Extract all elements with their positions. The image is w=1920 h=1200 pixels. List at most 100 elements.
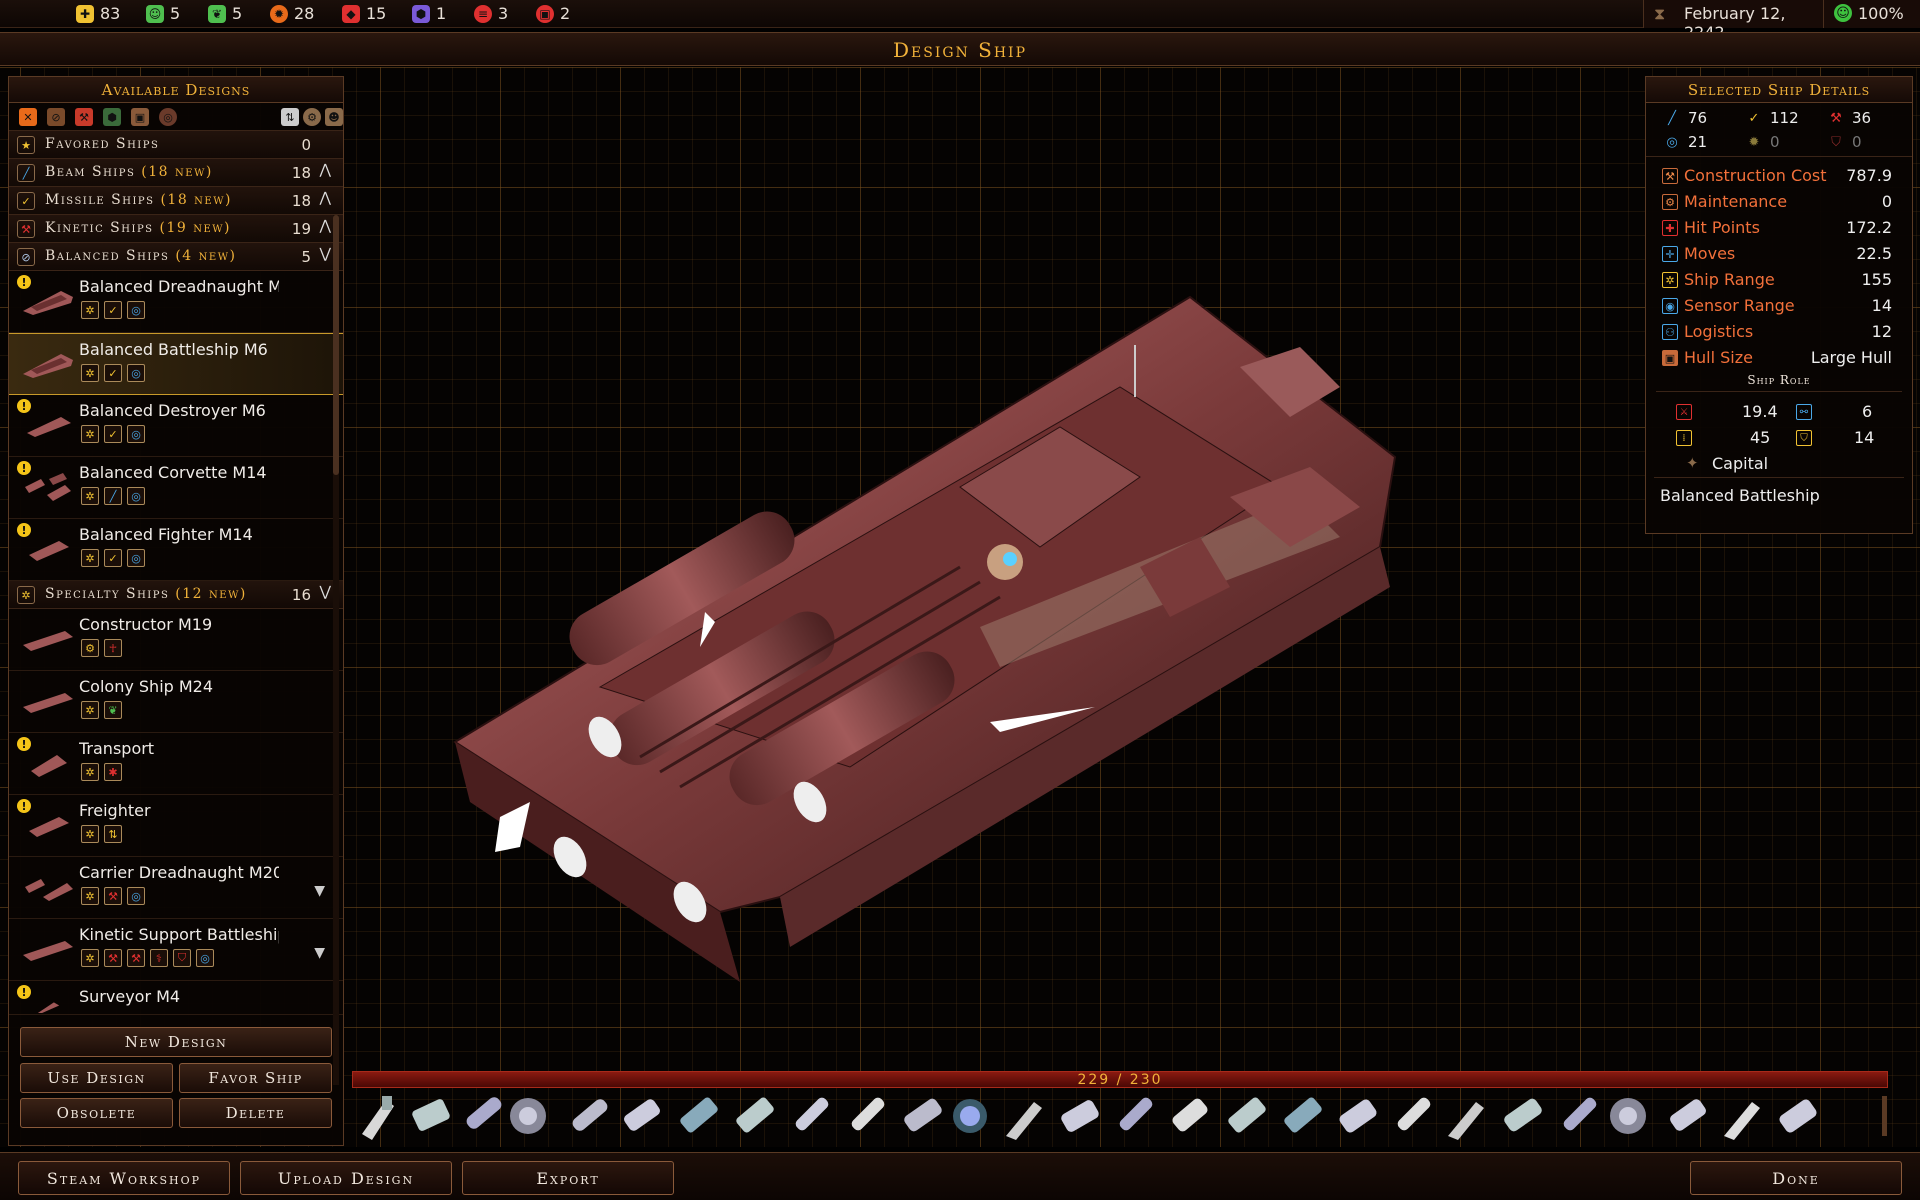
design-list-scrollbar[interactable]: [333, 215, 339, 1085]
sensor-icon: ◉: [1662, 298, 1678, 314]
filter-support-icon[interactable]: ▣: [131, 108, 149, 126]
ship-thumbnail: [29, 541, 69, 561]
design-list[interactable]: ★ Favored Ships 0 ╱ Beam Ships (18 new) …: [9, 131, 343, 1015]
steam-workshop-button[interactable]: Steam Workshop: [18, 1161, 230, 1195]
obsolete-button[interactable]: Obsolete: [20, 1098, 173, 1128]
done-button[interactable]: Done: [1690, 1161, 1902, 1195]
support-module-icon: ✲: [81, 763, 99, 781]
missile-icon: ✓: [104, 425, 122, 443]
support-module-icon: ✲: [81, 701, 99, 719]
shield-icon: ◎: [127, 364, 145, 382]
ship-item[interactable]: ! Freighter ✲ ⇅: [9, 795, 343, 857]
support-module-icon: ✲: [81, 301, 99, 319]
resource-approval[interactable]: ≡ 3: [474, 4, 508, 23]
filter-defense-icon[interactable]: ◎: [159, 108, 177, 126]
troops-icon: ✱: [104, 763, 122, 781]
component-strip[interactable]: [352, 1090, 1888, 1148]
date-display[interactable]: ⧗ February 12, 2242: [1643, 0, 1823, 42]
expand-icon[interactable]: ▼: [314, 883, 325, 899]
resource-research[interactable]: ⬢ 1: [412, 4, 446, 23]
category-kinetic-ships[interactable]: ⚒ Kinetic Ships (19 new) 19 ⋀: [9, 215, 343, 243]
range-icon: ✲: [1662, 272, 1678, 288]
delete-button[interactable]: Delete: [179, 1098, 332, 1128]
ship-item[interactable]: ! Surveyor M4: [9, 981, 343, 1015]
expand-icon[interactable]: ▼: [314, 945, 325, 961]
capital-role-icon: ✦: [1686, 454, 1699, 472]
support-module-icon: ✲: [81, 887, 99, 905]
resource-military[interactable]: ◆ 15: [342, 4, 386, 23]
filter-all-icon[interactable]: ✕: [19, 108, 37, 126]
category-specialty-ships[interactable]: ✲ Specialty Ships (12 new) 16 ⋁: [9, 581, 343, 609]
ship-thumbnail: [27, 417, 71, 437]
category-missile-ships[interactable]: ✓ Missile Ships (18 new) 18 ⋀: [9, 187, 343, 215]
component-12: [953, 1099, 987, 1133]
trade-icon: ⇅: [104, 825, 122, 843]
favor-ship-button[interactable]: Favor Ship: [179, 1063, 332, 1093]
ship-item[interactable]: Constructor M19 ⚙ ☥: [9, 609, 343, 671]
resource-food[interactable]: ❦ 5: [208, 4, 242, 23]
ship-item[interactable]: Carrier Dreadnaught M20 ✲ ⚒ ◎ ▼: [9, 857, 343, 919]
ship-item[interactable]: ! Balanced Destroyer M6 ✲ ✓ ◎: [9, 395, 343, 457]
ship-item[interactable]: Kinetic Support Battleship M ✲ ⚒ ⚒ ⚕ ⛉ ◎…: [9, 919, 343, 981]
category-beam-ships[interactable]: ╱ Beam Ships (18 new) 18 ⋀: [9, 159, 343, 187]
use-design-button[interactable]: Use Design: [20, 1063, 173, 1093]
shield-icon: ◎: [1666, 134, 1678, 150]
ship-item[interactable]: ! Transport ✲ ✱: [9, 733, 343, 795]
component-11: [904, 1098, 942, 1132]
collapse-icon[interactable]: ⋀: [320, 218, 331, 234]
category-favored-ships[interactable]: ★ Favored Ships 0: [9, 131, 343, 159]
component-7: [680, 1097, 718, 1133]
beam-icon: ╱: [17, 164, 35, 182]
ship-item[interactable]: Colony Ship M24 ✲ ❦: [9, 671, 343, 733]
shield-icon: ◎: [127, 887, 145, 905]
armor-icon: ⛉: [1831, 134, 1841, 150]
user-icon[interactable]: ☻: [325, 108, 343, 126]
resource-credits[interactable]: ▣ 2: [536, 4, 570, 23]
kinetic-icon: ⚒: [127, 949, 145, 967]
category-balanced-ships[interactable]: ⊘ Balanced Ships (4 new) 5 ⋁: [9, 243, 343, 271]
resource-population[interactable]: ☺ 5: [146, 4, 180, 23]
resource-manufacturing[interactable]: ✹ 28: [270, 4, 314, 23]
interceptor-role-icon: ⛉: [1796, 430, 1812, 446]
ship-item[interactable]: ! Balanced Fighter M14 ✲ ✓ ◎: [9, 519, 343, 581]
detail-ship-range: ✲ Ship Range 155: [1646, 267, 1912, 293]
new-design-button[interactable]: New Design: [20, 1027, 332, 1057]
expand-icon[interactable]: ⋁: [320, 246, 331, 262]
collapse-icon[interactable]: ⋀: [320, 190, 331, 206]
detail-hit-points: ✚ Hit Points 172.2: [1646, 215, 1912, 241]
ship-item[interactable]: ! Balanced Dreadnaught M8 ✲ ✓ ◎: [9, 271, 343, 333]
ship-thumbnail: [31, 755, 67, 777]
upload-design-button[interactable]: Upload Design: [240, 1161, 452, 1195]
filter-balanced-icon[interactable]: ⊘: [47, 108, 65, 126]
filter-kinetic-icon[interactable]: ⚒: [75, 108, 93, 126]
shield-icon: ◎: [127, 301, 145, 319]
support-module-icon: ✲: [81, 364, 99, 382]
colony-icon: ❦: [104, 701, 122, 719]
specialty-icon: ✲: [17, 586, 35, 604]
sort-icon[interactable]: ⇅: [281, 108, 299, 126]
ship-role-section: ⚔ 19.4 ⚯ 6 ⁞ 45 ⛉ 14 ✦ Capital: [1656, 391, 1902, 477]
gear-icon[interactable]: ⚙: [303, 108, 321, 126]
support-module-icon: ✲: [81, 949, 99, 967]
component-15: [1119, 1097, 1153, 1131]
resource-influence[interactable]: ✚ 83: [76, 4, 120, 23]
component-2: [412, 1099, 450, 1131]
resource-bar: ✚ 83 ☺ 5 ❦ 5 ✹ 28 ◆ 15 ⬢ 1 ≡ 3 ▣ 2 ⧗ Feb…: [0, 0, 1920, 42]
export-button[interactable]: Export: [462, 1161, 674, 1195]
expand-icon[interactable]: ⋁: [320, 584, 331, 600]
collapse-icon[interactable]: ⋀: [320, 162, 331, 178]
ship-item-selected[interactable]: Balanced Battleship M6 ✲ ✓ ◎: [9, 333, 343, 395]
starbase-icon: ☥: [104, 639, 122, 657]
support-module-icon: ✲: [81, 825, 99, 843]
scrollbar-thumb[interactable]: [333, 215, 339, 475]
ship-thumbnail: [23, 631, 73, 651]
filter-colony-icon[interactable]: ⬢: [103, 108, 121, 126]
available-designs-title: Available Designs: [9, 77, 343, 103]
component-icons[interactable]: [352, 1090, 1888, 1148]
morale-display[interactable]: ☺ 100%: [1823, 0, 1920, 28]
selected-ship-details-title: Selected Ship Details: [1646, 77, 1912, 103]
missile-icon: ✓: [17, 192, 35, 210]
component-8: [736, 1097, 774, 1133]
component-strip-scrollbar[interactable]: [1882, 1096, 1887, 1136]
ship-item[interactable]: ! Balanced Corvette M14 ✲ ╱ ◎: [9, 457, 343, 519]
